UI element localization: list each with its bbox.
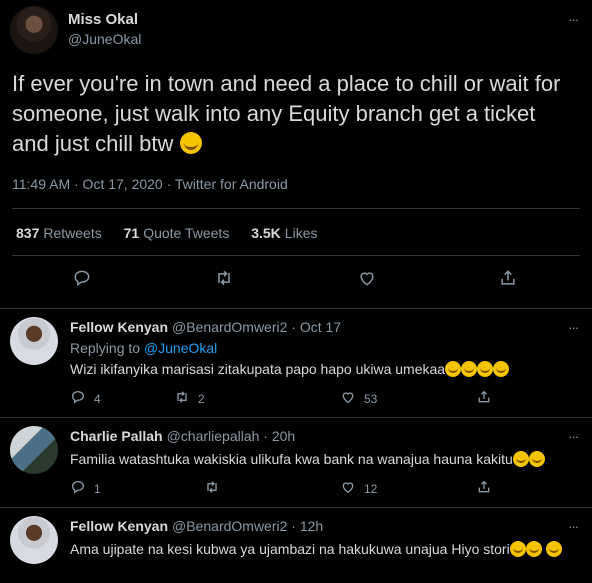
tears-of-joy-emoji-icon — [525, 541, 542, 557]
retweet-icon — [174, 389, 190, 409]
reply-author-name[interactable]: Charlie Pallah — [70, 428, 163, 444]
likes-stat[interactable]: 3.5K Likes — [251, 225, 317, 241]
reply-body: Familia watashtuka wakiskia ulikufa kwa … — [70, 451, 513, 467]
tweet-body: If ever you're in town and need a place … — [12, 71, 561, 156]
avatar[interactable] — [10, 317, 58, 365]
avatar[interactable] — [10, 426, 58, 474]
rolling-laughing-emoji-icon — [493, 361, 510, 377]
replying-to: Replying to @JuneOkal — [70, 340, 217, 356]
author-handle[interactable]: @JuneOkal — [68, 31, 141, 47]
main-tweet: Miss Okal @JuneOkal ··· If ever you're i… — [0, 0, 592, 310]
retweets-label: Retweets — [43, 225, 102, 241]
share-button[interactable] — [476, 389, 492, 409]
rolling-laughing-emoji-icon — [461, 361, 478, 377]
tears-of-joy-emoji-icon — [528, 451, 545, 467]
reply-author-name[interactable]: Fellow Kenyan — [70, 319, 168, 335]
reply-action-bar: 1 12 — [70, 479, 592, 499]
retweets-stat[interactable]: 837 Retweets — [16, 225, 102, 241]
reply-text: Familia watashtuka wakiskia ulikufa kwa … — [70, 449, 575, 469]
tweet-text: If ever you're in town and need a place … — [12, 69, 572, 159]
more-options-icon[interactable]: ··· — [568, 429, 579, 444]
reply-author-handle[interactable]: @BenardOmweri2 · 12h — [172, 518, 323, 534]
reply-button[interactable]: 4 — [70, 389, 101, 409]
share-icon[interactable] — [497, 268, 519, 290]
likes-label: Likes — [284, 225, 318, 241]
like-icon — [340, 479, 356, 499]
like-button[interactable]: 53 — [340, 389, 377, 409]
like-count: 12 — [364, 482, 378, 496]
reply-author-handle[interactable]: @BenardOmweri2 · Oct 17 — [172, 319, 341, 335]
retweet-button[interactable] — [204, 479, 220, 499]
reply-author-name[interactable]: Fellow Kenyan — [70, 518, 168, 534]
reply-header: Fellow Kenyan @BenardOmweri2 · 12h — [70, 518, 323, 534]
like-icon — [340, 389, 356, 409]
rolling-laughing-emoji-icon — [445, 361, 462, 377]
share-button[interactable] — [476, 479, 492, 499]
reply-button[interactable]: 1 — [70, 479, 101, 499]
avatar[interactable] — [10, 516, 58, 564]
tears-of-joy-emoji-icon — [545, 541, 562, 557]
tweet-stats: 837 Retweets 71 Quote Tweets 3.5K Likes — [16, 225, 335, 241]
replying-to-link[interactable]: @JuneOkal — [144, 340, 217, 356]
reply-text: Ama ujipate na kesi kubwa ya ujambazi na… — [70, 539, 575, 559]
reply-tweet[interactable]: Charlie Pallah @charliepallah · 20h ··· F… — [0, 418, 592, 511]
reply-author-handle[interactable]: @charliepallah · 20h — [167, 428, 296, 444]
retweet-icon[interactable] — [213, 268, 235, 290]
reply-count: 1 — [94, 482, 101, 496]
reply-text: Wizi ikifanyika marisasi zitakupata papo… — [70, 359, 575, 379]
author-name[interactable]: Miss Okal — [68, 11, 138, 28]
divider — [12, 208, 580, 209]
reply-tweet[interactable]: Fellow Kenyan @BenardOmweri2 · 12h ··· Am… — [0, 508, 592, 583]
likes-count: 3.5K — [251, 225, 281, 241]
reply-header: Charlie Pallah @charliepallah · 20h — [70, 428, 295, 444]
rolling-laughing-emoji-icon — [477, 361, 494, 377]
retweet-icon — [204, 479, 220, 499]
reply-count: 4 — [94, 392, 101, 406]
more-options-icon[interactable]: ··· — [568, 320, 579, 335]
reply-action-bar: 4 2 53 — [70, 389, 592, 409]
like-icon[interactable] — [356, 268, 378, 290]
tweet-meta[interactable]: 11:49 AM · Oct 17, 2020 · Twitter for An… — [12, 176, 288, 192]
like-count: 53 — [364, 392, 378, 406]
tears-of-joy-emoji-icon — [179, 132, 202, 154]
reply-body: Wizi ikifanyika marisasi zitakupata papo… — [70, 361, 446, 377]
reply-icon[interactable] — [71, 268, 93, 290]
reply-icon — [70, 389, 86, 409]
replying-to-label: Replying to — [70, 340, 141, 356]
more-options-icon[interactable]: ··· — [568, 519, 579, 534]
tears-of-joy-emoji-icon — [509, 541, 526, 557]
retweet-button[interactable]: 2 — [174, 389, 205, 409]
tweet-action-bar — [0, 268, 592, 294]
like-button[interactable]: 12 — [340, 479, 377, 499]
share-icon — [476, 479, 492, 499]
reply-icon — [70, 479, 86, 499]
quotes-label: Quote Tweets — [143, 225, 230, 241]
quote-tweets-stat[interactable]: 71 Quote Tweets — [124, 225, 230, 241]
quotes-count: 71 — [123, 225, 140, 241]
avatar[interactable] — [10, 6, 58, 54]
tears-of-joy-emoji-icon — [512, 451, 529, 467]
divider — [12, 255, 580, 256]
more-options-icon[interactable]: ··· — [568, 12, 579, 27]
reply-header: Fellow Kenyan @BenardOmweri2 · Oct 17 — [70, 319, 341, 335]
retweet-count: 2 — [198, 392, 205, 406]
reply-tweet[interactable]: Fellow Kenyan @BenardOmweri2 · Oct 17 ···… — [0, 309, 592, 420]
retweets-count: 837 — [16, 225, 40, 241]
share-icon — [476, 389, 492, 409]
reply-body: Ama ujipate na kesi kubwa ya ujambazi na… — [70, 541, 510, 557]
